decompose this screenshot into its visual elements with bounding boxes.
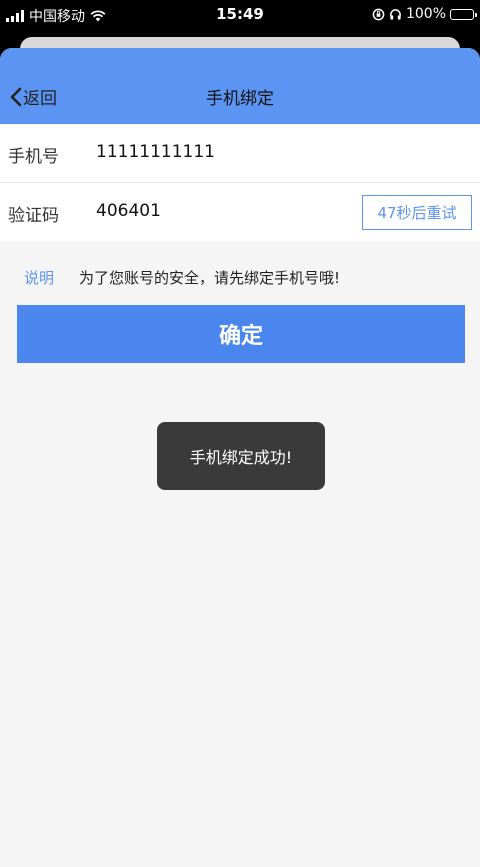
code-row: 验证码 47秒后重试	[0, 183, 480, 241]
nav-bar: 返回 手机绑定	[0, 48, 480, 124]
success-toast: 手机绑定成功!	[157, 422, 325, 490]
code-label: 验证码	[8, 206, 59, 226]
headphones-icon	[390, 8, 401, 20]
phone-row: 手机号	[0, 124, 480, 183]
phone-label: 手机号	[8, 147, 59, 167]
binding-form: 手机号 验证码 47秒后重试	[0, 124, 480, 241]
battery-percent: 100%	[405, 6, 446, 22]
note-text: 为了您账号的安全，请先绑定手机号哦!	[79, 269, 341, 287]
note: 说明 为了您账号的安全，请先绑定手机号哦!	[0, 262, 480, 292]
modal-sheet: 返回 手机绑定 手机号 验证码 47秒后重试 说明 为了您账号的安全，请先绑定手…	[0, 48, 480, 867]
back-label: 返回	[23, 89, 57, 109]
back-button[interactable]: 返回	[10, 84, 57, 109]
carrier-label: 中国移动	[29, 9, 85, 25]
page-title: 手机绑定	[206, 89, 274, 109]
battery-charging-icon	[450, 8, 477, 20]
status-right: 100%	[372, 6, 477, 22]
status-bar: 中国移动 15:49 100%	[0, 0, 480, 30]
confirm-button[interactable]: 确定	[17, 305, 465, 363]
status-left: 中国移动	[6, 6, 106, 26]
wifi-icon	[90, 10, 106, 22]
chevron-left-icon	[10, 87, 22, 106]
code-input[interactable]	[96, 201, 346, 221]
retry-countdown-button[interactable]: 47秒后重试	[362, 195, 472, 230]
signal-icon	[6, 10, 24, 22]
phone-input[interactable]	[96, 142, 346, 162]
rotation-lock-icon	[372, 8, 385, 20]
note-tag: 说明	[24, 269, 55, 287]
